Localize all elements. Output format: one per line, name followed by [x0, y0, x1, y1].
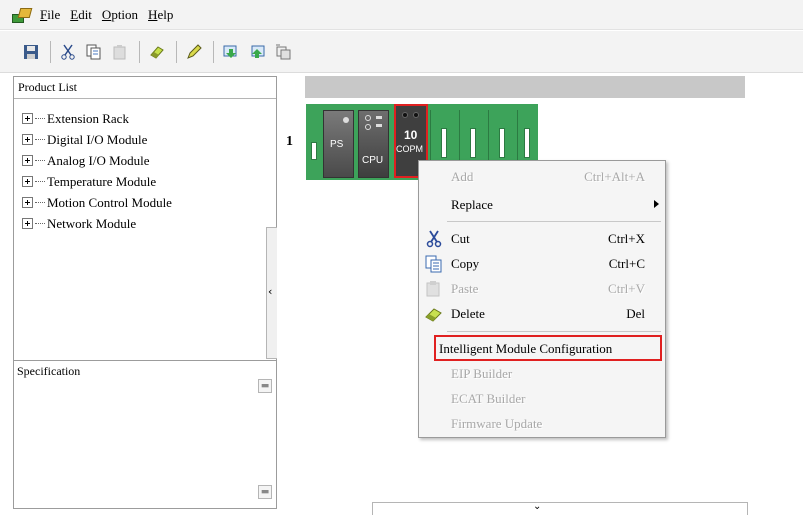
toolbar-separator	[139, 40, 140, 63]
menu-copy[interactable]: Copy Ctrl+C	[419, 252, 667, 276]
rack-number: 1	[286, 134, 293, 149]
menu-delete[interactable]: Delete Del	[419, 302, 667, 326]
tree-item-temperature[interactable]: Temperature Module	[22, 171, 266, 192]
menu-cut[interactable]: Cut Ctrl+X	[419, 227, 667, 251]
paste-button[interactable]	[109, 41, 131, 63]
menu-file[interactable]: File	[40, 7, 60, 23]
copm-label: COPM	[396, 144, 423, 154]
upload-icon	[223, 45, 237, 58]
download-button[interactable]	[246, 41, 268, 63]
rack-scrollbar[interactable]: ⌄	[372, 501, 748, 515]
menu-firmware-update[interactable]: Firmware Update	[419, 412, 667, 436]
menu-eip-builder[interactable]: EIP Builder	[419, 362, 667, 386]
submenu-arrow-icon	[654, 200, 659, 208]
product-panel: Product List Extension Rack Digital I/O …	[13, 76, 277, 509]
toolbar-separator	[50, 40, 51, 63]
expand-icon[interactable]	[22, 134, 33, 145]
copm-number: 10	[404, 128, 418, 142]
eraser-icon	[425, 308, 442, 322]
collapse-left-icon[interactable]: ‹	[268, 285, 272, 298]
cpu-module[interactable]: CPU	[358, 110, 389, 178]
save-button[interactable]	[20, 41, 42, 63]
menu-help[interactable]: Help	[148, 7, 173, 23]
toolbar	[0, 31, 803, 73]
scroll-up-icon[interactable]: ▬	[258, 379, 272, 393]
app-logo-icon	[12, 6, 33, 24]
edit-button[interactable]	[183, 41, 205, 63]
paste-icon	[113, 44, 126, 59]
menu-paste[interactable]: Paste Ctrl+V	[419, 277, 667, 301]
download-icon	[251, 45, 265, 58]
menu-separator	[447, 221, 661, 222]
tree-item-digital-io[interactable]: Digital I/O Module	[22, 129, 266, 150]
ps-module[interactable]: PS	[323, 110, 354, 178]
scissors-icon	[61, 44, 75, 60]
rack-connector	[311, 142, 317, 160]
rack-header-bar	[305, 76, 745, 98]
specification-scrollbar[interactable]: ▬ ▬	[258, 379, 272, 499]
menu-ecat-builder[interactable]: ECAT Builder	[419, 387, 667, 411]
expand-icon[interactable]	[22, 155, 33, 166]
erase-button[interactable]	[146, 41, 168, 63]
specification-header: Specification	[17, 364, 81, 378]
tree-item-extension-rack[interactable]: Extension Rack	[22, 108, 266, 129]
tree-item-analog-io[interactable]: Analog I/O Module	[22, 150, 266, 171]
cpu-label: CPU	[362, 155, 384, 166]
scan-icon	[276, 44, 291, 59]
tree-item-network[interactable]: Network Module	[22, 213, 266, 234]
highlight-annotation	[434, 335, 662, 361]
chevron-down-icon[interactable]: ⌄	[533, 501, 541, 512]
menu-bar: File Edit Option Help	[0, 0, 803, 30]
ps-label: PS	[330, 139, 344, 150]
scroll-down-icon[interactable]: ▬	[258, 485, 272, 499]
expand-icon[interactable]	[22, 218, 33, 229]
toolbar-separator	[213, 40, 214, 63]
menu-add[interactable]: Add Ctrl+Alt+A	[419, 165, 667, 189]
toolbar-separator	[176, 40, 177, 63]
copy-icon	[86, 44, 101, 59]
scissors-icon	[426, 230, 442, 248]
expand-icon[interactable]	[22, 197, 33, 208]
paste-icon	[426, 281, 440, 297]
expand-icon[interactable]	[22, 176, 33, 187]
copy-icon	[425, 255, 442, 273]
menu-edit[interactable]: Edit	[70, 7, 92, 23]
tree-item-motion-control[interactable]: Motion Control Module	[22, 192, 266, 213]
pencil-icon	[187, 43, 202, 59]
eraser-icon	[150, 45, 164, 59]
context-menu: Add Ctrl+Alt+A Replace Cut Ctrl+X Copy C…	[418, 160, 666, 438]
expand-icon[interactable]	[22, 113, 33, 124]
copy-button[interactable]	[83, 41, 105, 63]
product-list-header: Product List	[14, 77, 276, 99]
scan-button[interactable]	[272, 41, 294, 63]
menu-option[interactable]: Option	[102, 7, 138, 23]
upload-button[interactable]	[220, 41, 242, 63]
menu-replace[interactable]: Replace	[419, 193, 667, 217]
cut-button[interactable]	[57, 41, 79, 63]
menu-separator	[447, 331, 661, 332]
save-icon	[24, 44, 38, 59]
product-tree: Extension Rack Digital I/O Module Analog…	[14, 100, 266, 360]
